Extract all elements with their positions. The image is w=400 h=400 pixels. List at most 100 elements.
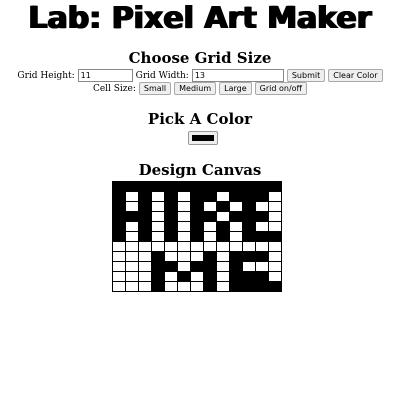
canvas-cell[interactable] xyxy=(125,271,139,282)
canvas-cell[interactable] xyxy=(203,231,217,242)
canvas-cell[interactable] xyxy=(125,261,139,272)
canvas-cell[interactable] xyxy=(203,251,217,262)
canvas-cell[interactable] xyxy=(216,241,230,252)
canvas-cell[interactable] xyxy=(268,231,282,242)
canvas-cell[interactable] xyxy=(138,221,152,232)
canvas-cell[interactable] xyxy=(229,281,243,292)
canvas-cell[interactable] xyxy=(255,251,269,262)
large-size-button[interactable]: Large xyxy=(219,82,252,95)
canvas-cell[interactable] xyxy=(255,271,269,282)
canvas-cell[interactable] xyxy=(177,201,191,212)
grid-width-input[interactable] xyxy=(191,69,284,82)
canvas-cell[interactable] xyxy=(242,191,256,202)
canvas-cell[interactable] xyxy=(125,281,139,292)
canvas-cell[interactable] xyxy=(177,231,191,242)
canvas-cell[interactable] xyxy=(216,191,230,202)
canvas-cell[interactable] xyxy=(151,251,165,262)
canvas-cell[interactable] xyxy=(268,261,282,272)
canvas-cell[interactable] xyxy=(255,231,269,242)
canvas-cell[interactable] xyxy=(112,181,126,192)
canvas-cell[interactable] xyxy=(138,191,152,202)
canvas-cell[interactable] xyxy=(112,241,126,252)
canvas-cell[interactable] xyxy=(216,261,230,272)
canvas-cell[interactable] xyxy=(151,201,165,212)
canvas-cell[interactable] xyxy=(190,231,204,242)
canvas-cell[interactable] xyxy=(177,261,191,272)
canvas-cell[interactable] xyxy=(151,181,165,192)
canvas-cell[interactable] xyxy=(177,251,191,262)
canvas-cell[interactable] xyxy=(125,241,139,252)
canvas-cell[interactable] xyxy=(125,231,139,242)
canvas-cell[interactable] xyxy=(268,181,282,192)
canvas-cell[interactable] xyxy=(190,251,204,262)
canvas-cell[interactable] xyxy=(151,281,165,292)
canvas-cell[interactable] xyxy=(216,201,230,212)
canvas-cell[interactable] xyxy=(216,181,230,192)
clear-color-button[interactable]: Clear Color xyxy=(328,69,383,82)
canvas-cell[interactable] xyxy=(190,201,204,212)
canvas-cell[interactable] xyxy=(125,211,139,222)
canvas-cell[interactable] xyxy=(190,221,204,232)
canvas-cell[interactable] xyxy=(151,221,165,232)
canvas-cell[interactable] xyxy=(216,251,230,262)
canvas-cell[interactable] xyxy=(229,181,243,192)
canvas-cell[interactable] xyxy=(138,281,152,292)
canvas-cell[interactable] xyxy=(138,201,152,212)
canvas-cell[interactable] xyxy=(164,261,178,272)
canvas-cell[interactable] xyxy=(164,191,178,202)
canvas-cell[interactable] xyxy=(177,271,191,282)
canvas-cell[interactable] xyxy=(125,221,139,232)
color-picker[interactable] xyxy=(188,131,218,145)
canvas-cell[interactable] xyxy=(112,191,126,202)
canvas-cell[interactable] xyxy=(164,181,178,192)
canvas-cell[interactable] xyxy=(138,231,152,242)
canvas-cell[interactable] xyxy=(112,231,126,242)
canvas-cell[interactable] xyxy=(229,251,243,262)
canvas-cell[interactable] xyxy=(164,251,178,262)
canvas-cell[interactable] xyxy=(112,251,126,262)
canvas-cell[interactable] xyxy=(190,181,204,192)
canvas-cell[interactable] xyxy=(216,271,230,282)
canvas-cell[interactable] xyxy=(268,241,282,252)
canvas-cell[interactable] xyxy=(216,221,230,232)
canvas-cell[interactable] xyxy=(203,261,217,272)
canvas-cell[interactable] xyxy=(203,221,217,232)
canvas-cell[interactable] xyxy=(268,221,282,232)
canvas-cell[interactable] xyxy=(242,281,256,292)
canvas-cell[interactable] xyxy=(112,261,126,272)
canvas-cell[interactable] xyxy=(112,201,126,212)
canvas-cell[interactable] xyxy=(203,241,217,252)
canvas-cell[interactable] xyxy=(216,231,230,242)
canvas-cell[interactable] xyxy=(242,221,256,232)
submit-button[interactable]: Submit xyxy=(286,69,326,82)
canvas-cell[interactable] xyxy=(242,261,256,272)
canvas-cell[interactable] xyxy=(268,281,282,292)
design-canvas[interactable] xyxy=(112,181,282,292)
canvas-cell[interactable] xyxy=(255,281,269,292)
canvas-cell[interactable] xyxy=(268,201,282,212)
canvas-cell[interactable] xyxy=(138,271,152,282)
canvas-cell[interactable] xyxy=(203,191,217,202)
canvas-cell[interactable] xyxy=(138,211,152,222)
canvas-cell[interactable] xyxy=(255,241,269,252)
canvas-cell[interactable] xyxy=(268,191,282,202)
canvas-cell[interactable] xyxy=(151,261,165,272)
canvas-cell[interactable] xyxy=(190,271,204,282)
canvas-cell[interactable] xyxy=(164,271,178,282)
canvas-cell[interactable] xyxy=(203,271,217,282)
canvas-cell[interactable] xyxy=(164,241,178,252)
canvas-cell[interactable] xyxy=(138,181,152,192)
canvas-cell[interactable] xyxy=(151,191,165,202)
canvas-cell[interactable] xyxy=(164,221,178,232)
canvas-cell[interactable] xyxy=(268,211,282,222)
canvas-cell[interactable] xyxy=(125,191,139,202)
small-size-button[interactable]: Small xyxy=(138,82,172,95)
canvas-cell[interactable] xyxy=(125,251,139,262)
canvas-cell[interactable] xyxy=(255,221,269,232)
canvas-cell[interactable] xyxy=(125,201,139,212)
canvas-cell[interactable] xyxy=(190,241,204,252)
grid-height-input[interactable] xyxy=(77,69,133,82)
canvas-cell[interactable] xyxy=(229,191,243,202)
canvas-cell[interactable] xyxy=(177,181,191,192)
canvas-cell[interactable] xyxy=(242,231,256,242)
